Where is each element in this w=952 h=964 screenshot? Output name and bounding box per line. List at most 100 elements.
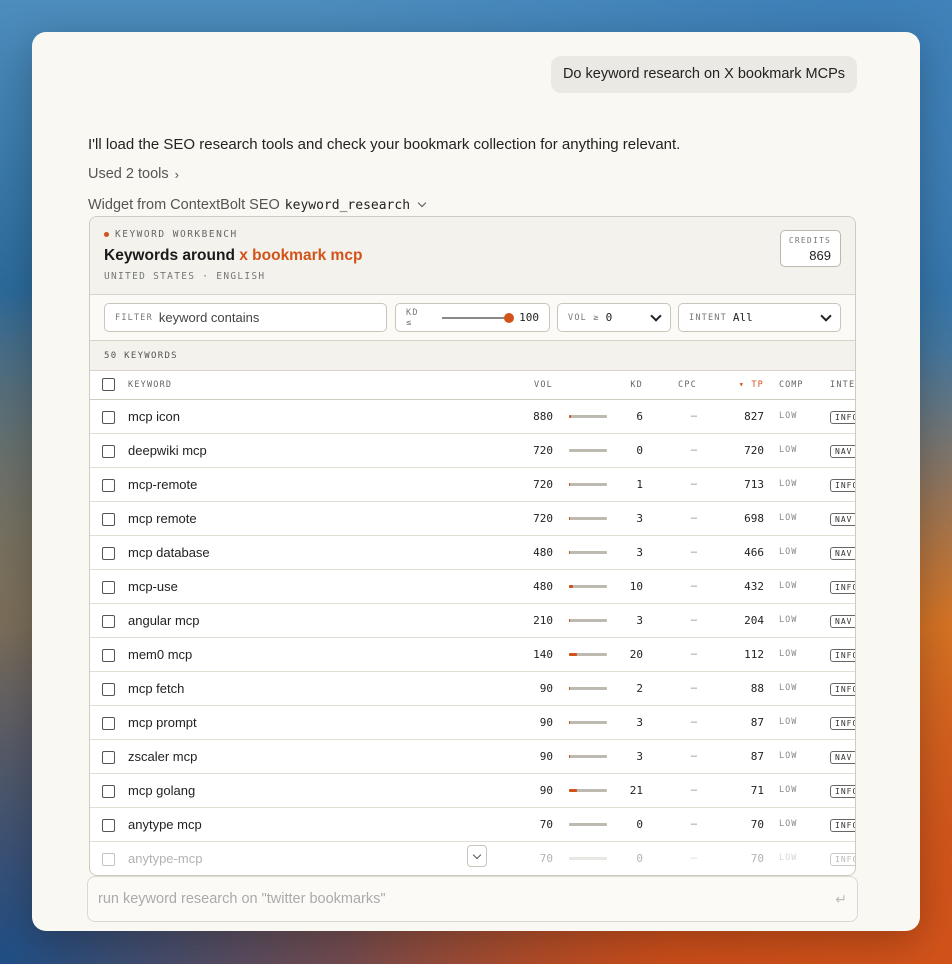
keyword-cell: mem0 mcp: [128, 646, 193, 662]
kd-bar-cell: [553, 671, 617, 705]
table-row[interactable]: mcp fetch 90 2 – 88 LOW INFO: [90, 671, 855, 705]
col-intent[interactable]: INTENT: [819, 371, 855, 399]
row-checkbox[interactable]: [102, 852, 115, 866]
row-checkbox[interactable]: [102, 750, 115, 764]
kd-cell: 0: [636, 443, 643, 457]
table-row[interactable]: mcp prompt 90 3 – 87 LOW INFO: [90, 705, 855, 739]
intent-cell: INFO: [819, 637, 855, 671]
enter-icon[interactable]: ↵: [835, 891, 847, 908]
vol-cell: 880: [533, 409, 553, 423]
row-check-cell: [90, 637, 128, 671]
table-row[interactable]: mem0 mcp 140 20 – 112 LOW INFO: [90, 637, 855, 671]
comp-cell: LOW: [779, 615, 798, 625]
intent-cell: NAV: [819, 501, 855, 535]
intent-badge: INFO: [830, 411, 855, 424]
row-checkbox[interactable]: [102, 784, 115, 798]
row-check-cell: [90, 433, 128, 467]
table-row[interactable]: mcp golang 90 21 – 71 LOW INFO: [90, 773, 855, 807]
table-row[interactable]: angular mcp 210 3 – 204 LOW NAV: [90, 603, 855, 637]
widget-source-label: Widget from ContextBolt SEO: [88, 197, 280, 213]
row-checkbox[interactable]: [102, 546, 115, 560]
col-comp[interactable]: COMP: [764, 371, 819, 399]
kd-bar-fill: [569, 652, 577, 656]
keyword-cell: mcp-use: [128, 578, 178, 594]
cpc-cell: –: [690, 818, 697, 830]
row-checkbox[interactable]: [102, 682, 115, 696]
keyword-filter-input[interactable]: FILTER keyword contains: [104, 303, 387, 332]
kd-bar-cell: [553, 739, 617, 773]
row-checkbox[interactable]: [102, 410, 115, 424]
col-keyword[interactable]: KEYWORD: [128, 371, 498, 399]
tp-cell: 88: [750, 681, 764, 695]
composer[interactable]: ↵: [87, 876, 858, 922]
kd-value: 100: [519, 311, 539, 324]
kd-slider-control[interactable]: KD ≤ 100: [395, 303, 550, 332]
keyword-cell: mcp-remote: [128, 476, 198, 492]
widget-tool-name: keyword_research: [284, 197, 411, 213]
table-row[interactable]: zscaler mcp 90 3 – 87 LOW NAV: [90, 739, 855, 773]
row-checkbox[interactable]: [102, 614, 115, 628]
row-check-cell: [90, 501, 128, 535]
intent-cell: INFO: [819, 807, 855, 841]
col-tp[interactable]: ▾ TP: [697, 371, 764, 399]
table-row[interactable]: mcp database 480 3 – 466 LOW NAV: [90, 535, 855, 569]
title-topic: x bookmark mcp: [239, 247, 363, 264]
row-check-cell: [90, 569, 128, 603]
col-kd[interactable]: KD: [617, 371, 643, 399]
cpc-cell: –: [690, 750, 697, 762]
table-row[interactable]: deepwiki mcp 720 0 – 720 LOW NAV: [90, 433, 855, 467]
intent-value: All: [732, 311, 753, 324]
keyword-cell: mcp remote: [128, 510, 197, 526]
kd-cell: 3: [636, 545, 643, 559]
row-checkbox[interactable]: [102, 478, 115, 492]
kd-bar-fill: [569, 788, 577, 792]
vol-cell: 140: [533, 647, 553, 661]
intent-badge: NAV: [830, 547, 855, 560]
intent-select[interactable]: INTENT All: [678, 303, 841, 332]
tp-cell: 698: [744, 511, 764, 525]
row-check-cell: [90, 467, 128, 501]
row-checkbox[interactable]: [102, 648, 115, 662]
kd-bar-fill: [569, 414, 572, 418]
kd-slider-track[interactable]: [441, 312, 515, 323]
widget-source[interactable]: Widget from ContextBolt SEO keyword_rese…: [88, 197, 427, 213]
kd-label: KD ≤: [406, 307, 419, 328]
vol-select[interactable]: VOL ≥ 0: [557, 303, 671, 332]
scroll-down-button[interactable]: [467, 845, 487, 867]
vol-value: 0: [605, 311, 613, 324]
kd-slider-handle[interactable]: [504, 312, 515, 323]
tp-cell: 827: [744, 409, 764, 423]
table-row[interactable]: mcp icon 880 6 – 827 LOW INFO: [90, 399, 855, 433]
comp-cell: LOW: [779, 853, 798, 863]
keyword-cell: mcp icon: [128, 408, 181, 424]
tp-cell: 87: [750, 749, 764, 763]
kd-bar-cell: [553, 467, 617, 501]
table-row[interactable]: mcp-use 480 10 – 432 LOW INFO: [90, 569, 855, 603]
tp-cell: 720: [744, 443, 764, 457]
table-row[interactable]: mcp-remote 720 1 – 713 LOW INFO: [90, 467, 855, 501]
comp-cell: LOW: [779, 683, 798, 693]
row-checkbox[interactable]: [102, 512, 115, 526]
keyword-cell: anytype-mcp: [128, 850, 203, 866]
tp-cell: 466: [744, 545, 764, 559]
row-checkbox[interactable]: [102, 444, 115, 458]
kd-bar: [569, 584, 607, 588]
col-vol[interactable]: VOL: [498, 371, 553, 399]
col-cpc[interactable]: CPC: [643, 371, 697, 399]
intent-label: INTENT: [689, 312, 727, 323]
tp-cell: 112: [744, 647, 764, 661]
kd-bar: [569, 550, 607, 554]
table-row[interactable]: anytype mcp 70 0 – 70 LOW INFO: [90, 807, 855, 841]
table-row[interactable]: mcp remote 720 3 – 698 LOW NAV: [90, 501, 855, 535]
composer-input[interactable]: [98, 891, 836, 907]
used-tools-toggle[interactable]: Used 2 tools ›: [88, 166, 179, 182]
row-check-cell: [90, 399, 128, 433]
row-checkbox[interactable]: [102, 818, 115, 832]
select-all-checkbox[interactable]: [102, 378, 115, 392]
kd-cell: 3: [636, 749, 643, 763]
kd-bar-fill: [569, 618, 571, 622]
filter-label: FILTER: [115, 312, 153, 323]
row-checkbox[interactable]: [102, 716, 115, 730]
row-checkbox[interactable]: [102, 580, 115, 594]
kd-bar: [569, 754, 607, 758]
